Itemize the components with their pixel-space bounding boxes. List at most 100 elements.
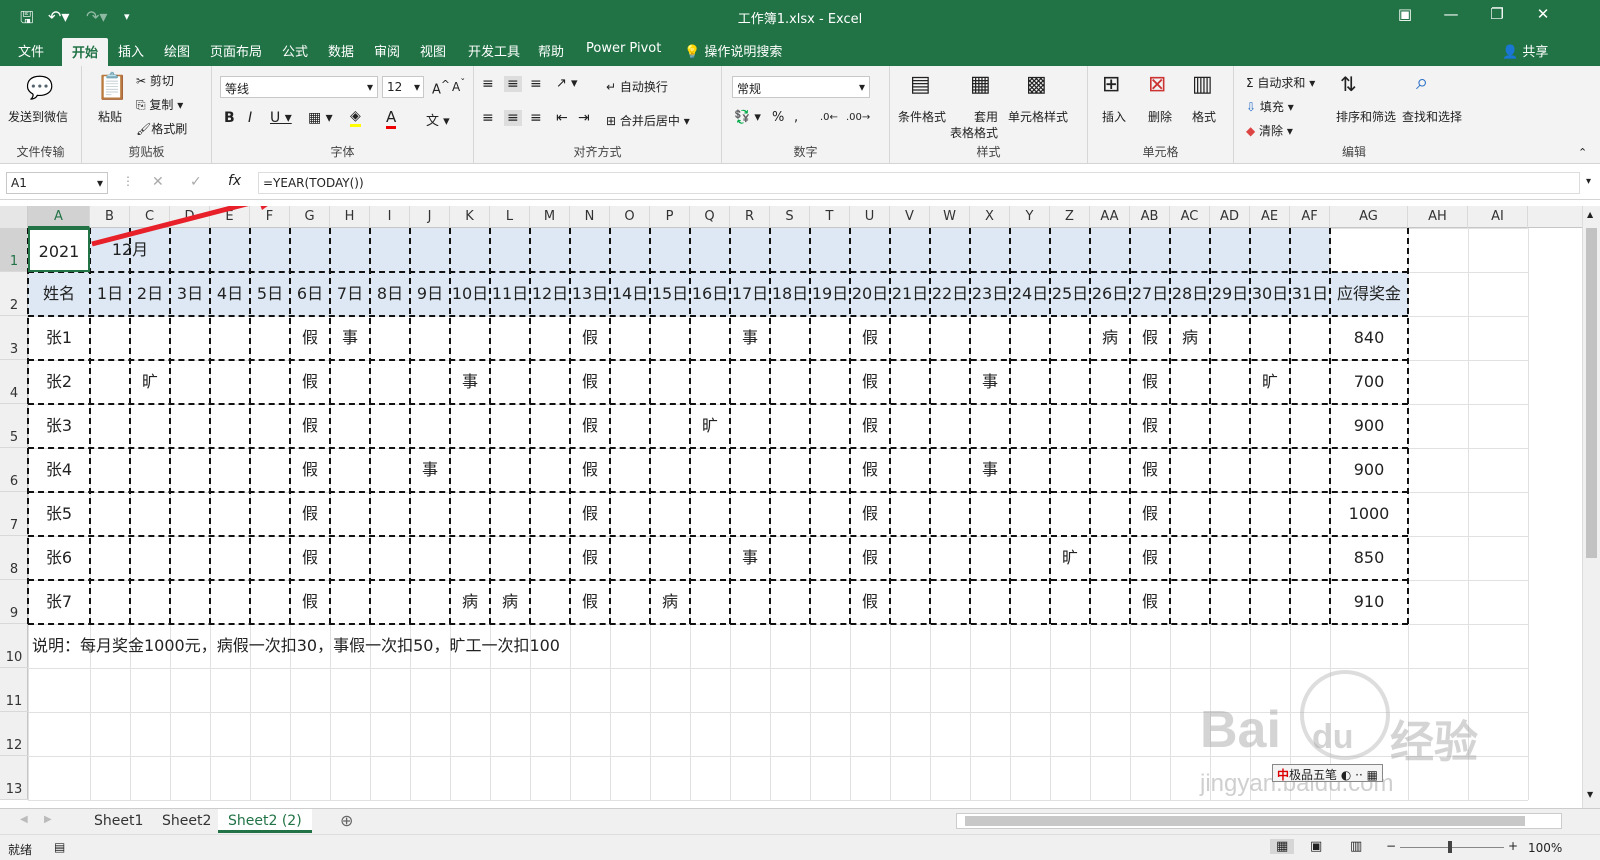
vertical-scrollbar[interactable]: ▲ ▼	[1582, 206, 1600, 808]
fill-button[interactable]: ⇩ 填充 ▾	[1246, 98, 1294, 115]
zoom-slider[interactable]	[1400, 847, 1504, 848]
copy-button[interactable]: ⎘ 复制 ▾	[136, 96, 183, 113]
border-icon[interactable]: ▦ ▾	[308, 110, 333, 126]
paste-button[interactable]: 粘贴	[98, 108, 122, 125]
insert-button[interactable]: 插入	[1102, 108, 1126, 125]
comma-icon[interactable]: ,	[794, 110, 798, 125]
table-format-button-line1[interactable]: 套用	[974, 108, 998, 125]
align-bottom-icon[interactable]: ≡	[530, 76, 542, 92]
minimize-button[interactable]: —	[1436, 5, 1466, 23]
zoom-out-icon[interactable]: −	[1386, 839, 1396, 853]
align-left-icon[interactable]: ≡	[482, 110, 494, 126]
expand-formula-icon[interactable]: ▾	[1586, 176, 1591, 187]
collapse-ribbon-icon[interactable]: ⌃	[1578, 146, 1587, 159]
clear-button[interactable]: ◆ 清除 ▾	[1246, 122, 1293, 139]
tab-10[interactable]: 帮助	[538, 41, 564, 60]
insert-function-icon[interactable]: fx	[228, 173, 241, 189]
group-file-transfer: 💬 发送到微信 文件传输	[0, 66, 82, 164]
tab-5[interactable]: 公式	[282, 41, 308, 60]
cancel-icon[interactable]: ✕	[152, 174, 164, 190]
page-layout-icon[interactable]: ▣	[1310, 839, 1322, 854]
sheet-tab-0[interactable]: Sheet1	[84, 809, 153, 833]
format-painter-button[interactable]: 🖌格式刷	[136, 120, 187, 137]
align-middle-icon[interactable]: ≡	[504, 76, 522, 92]
find-select-button[interactable]: 查找和选择	[1402, 108, 1462, 125]
grow-font-icon[interactable]: A^	[432, 78, 450, 97]
font-color-icon[interactable]: A	[386, 108, 397, 129]
tab-7[interactable]: 审阅	[374, 41, 400, 60]
wrap-text-button[interactable]: ↵ 自动换行	[606, 78, 668, 95]
increase-indent-icon[interactable]: ⇥	[578, 110, 590, 126]
percent-icon[interactable]: %	[772, 110, 784, 125]
italic-button[interactable]: I	[248, 110, 252, 126]
increase-decimal-icon[interactable]: .0←	[820, 112, 838, 123]
tab-0[interactable]: 文件	[18, 41, 44, 60]
ribbon-display-icon[interactable]: ▣	[1390, 5, 1420, 23]
currency-icon[interactable]: 💱 ▾	[734, 110, 761, 125]
zoom-slider-thumb[interactable]	[1448, 841, 1452, 853]
align-right-icon[interactable]: ≡	[530, 110, 542, 126]
delete-button[interactable]: 删除	[1148, 108, 1172, 125]
font-size-select[interactable]: 12 ▾	[382, 76, 424, 98]
align-top-icon[interactable]: ≡	[482, 76, 494, 92]
tell-me-search[interactable]: 💡 操作说明搜索	[684, 41, 782, 60]
font-name-select[interactable]: 等线 ▾	[220, 76, 378, 98]
decrease-indent-icon[interactable]: ⇤	[556, 110, 568, 126]
tab-1[interactable]: 开始	[62, 38, 109, 66]
cell-styles-button[interactable]: 单元格样式	[1008, 108, 1068, 125]
ribbon: 💬 发送到微信 文件传输 📋 粘贴 ✂ 剪切 ⎘ 复制 ▾ 🖌格式刷 剪贴板 等…	[0, 66, 1600, 164]
normal-view-icon[interactable]: ▦	[1270, 839, 1295, 854]
tab-6[interactable]: 数据	[328, 41, 354, 60]
chevron-down-icon: ▾	[413, 80, 420, 94]
macro-record-icon[interactable]: ▤	[54, 840, 65, 854]
table-format-icon: ▦	[970, 72, 991, 97]
restore-button[interactable]: ❐	[1482, 5, 1512, 23]
shrink-font-icon[interactable]: Aˇ	[452, 78, 465, 94]
bold-button[interactable]: B	[224, 110, 235, 126]
tab-9[interactable]: 开发工具	[468, 41, 520, 60]
cut-button[interactable]: ✂ 剪切	[136, 72, 174, 89]
close-button[interactable]: ✕	[1528, 5, 1558, 23]
orientation-icon[interactable]: ↗ ▾	[556, 76, 578, 91]
cut-label: 剪切	[149, 74, 174, 88]
align-center-icon[interactable]: ≡	[504, 110, 522, 126]
fill-color-icon[interactable]: ◈	[350, 108, 361, 127]
next-sheet-icon[interactable]: ▶	[44, 814, 52, 825]
sheet-tab-2[interactable]: Sheet2 (2)	[218, 809, 312, 833]
formula-input[interactable]: =YEAR(TODAY())	[258, 172, 1580, 194]
page-break-icon[interactable]: ▥	[1350, 839, 1362, 854]
table-format-button-line2[interactable]: 表格格式	[950, 124, 998, 141]
sort-filter-button[interactable]: 排序和筛选	[1336, 108, 1396, 125]
chevron-down-icon: ▾	[366, 80, 373, 94]
horizontal-scrollbar[interactable]	[956, 813, 1562, 829]
tab-11[interactable]: Power Pivot	[586, 41, 661, 56]
group-label: 对齐方式	[573, 145, 622, 159]
group-label: 剪贴板	[128, 145, 165, 159]
scroll-down-icon[interactable]: ▼	[1587, 790, 1593, 799]
merge-center-button[interactable]: ⊞ 合并后居中 ▾	[606, 112, 690, 129]
scroll-up-icon[interactable]: ▲	[1587, 210, 1593, 219]
phonetic-icon[interactable]: 文 ▾	[426, 110, 450, 129]
tab-4[interactable]: 页面布局	[210, 41, 262, 60]
tab-2[interactable]: 插入	[118, 41, 144, 60]
enter-icon[interactable]: ✓	[190, 174, 202, 190]
send-wechat-button[interactable]: 发送到微信	[8, 108, 68, 125]
scroll-thumb[interactable]	[1586, 228, 1597, 558]
tab-8[interactable]: 视图	[420, 41, 446, 60]
sheet-tab-1[interactable]: Sheet2	[152, 809, 221, 833]
zoom-in-icon[interactable]: +	[1508, 839, 1518, 853]
format-button[interactable]: 格式	[1192, 108, 1216, 125]
add-sheet-icon[interactable]: ⊕	[340, 811, 353, 830]
h-scroll-thumb[interactable]	[965, 816, 1525, 826]
tab-3[interactable]: 绘图	[164, 41, 190, 60]
name-box[interactable]: A1 ▾	[6, 172, 108, 194]
decrease-decimal-icon[interactable]: .00→	[846, 112, 870, 123]
zoom-level[interactable]: 100%	[1528, 841, 1562, 855]
share-button[interactable]: 👤 共享	[1502, 41, 1548, 60]
conditional-format-button[interactable]: 条件格式	[898, 108, 946, 125]
autosum-button[interactable]: Σ 自动求和 ▾	[1246, 74, 1315, 91]
number-format-select[interactable]: 常规 ▾	[732, 76, 870, 98]
underline-button[interactable]: U ▾	[270, 110, 292, 126]
worksheet-grid[interactable]: ABCDEFGHIJKLMNOPQRSTUVWXYZAAABACADAEAFAG…	[0, 206, 1582, 808]
prev-sheet-icon[interactable]: ◀	[20, 814, 28, 825]
